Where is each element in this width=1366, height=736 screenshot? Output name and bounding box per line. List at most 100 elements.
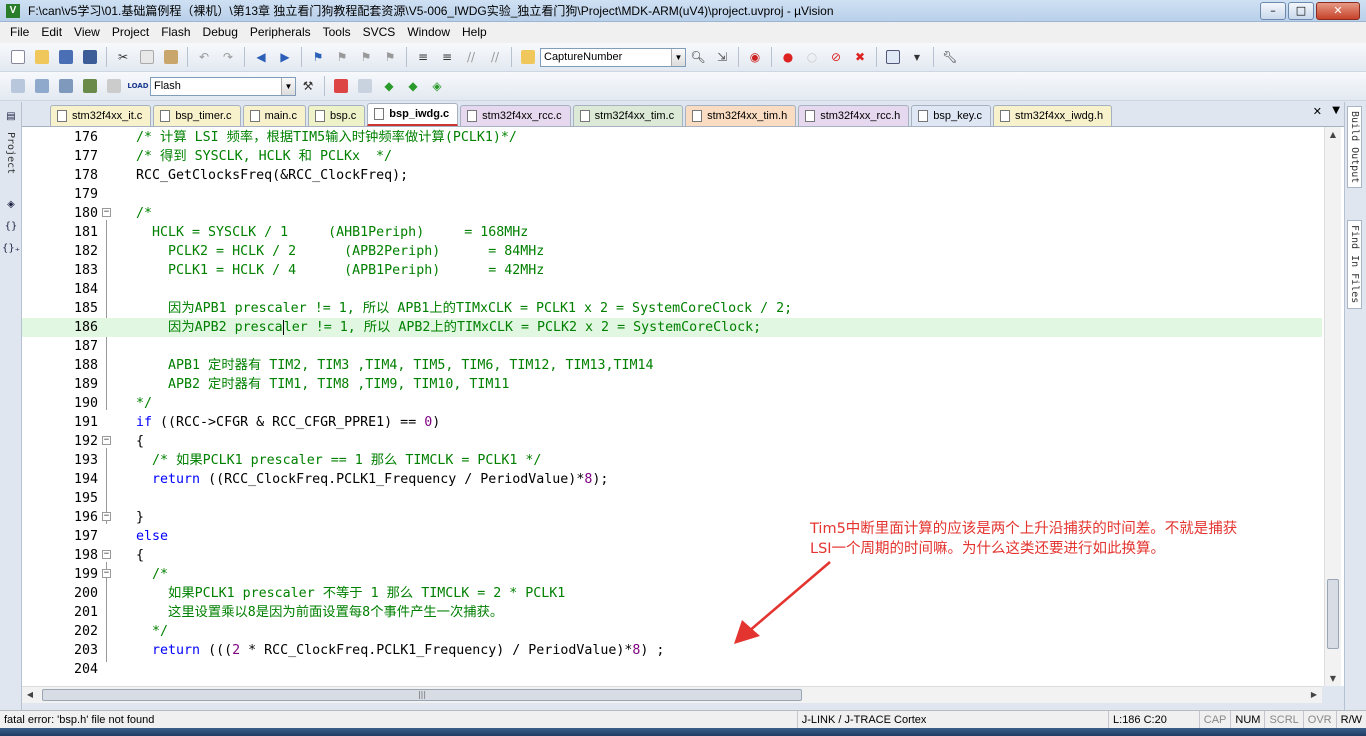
close-button[interactable]: ✕ [1316, 1, 1360, 20]
scroll-left-arrow-icon[interactable]: ◀ [22, 687, 38, 703]
next-bookmark-icon[interactable]: ⚑ [356, 47, 376, 67]
code-line[interactable]: 187 [22, 337, 1322, 356]
tab-stm32f4xx-it-c[interactable]: stm32f4xx_it.c [50, 105, 152, 126]
paste-icon[interactable] [161, 47, 181, 67]
tab-list-menu[interactable]: ▼ [1332, 105, 1340, 116]
load-icon[interactable]: LOAD [127, 76, 148, 96]
window-layout-icon[interactable] [883, 47, 903, 67]
code-line[interactable]: 194 return ((RCC_ClockFreq.PCLK1_Frequen… [22, 470, 1322, 489]
cut-icon[interactable]: ✂ [113, 47, 133, 67]
code-line[interactable]: 203 return (((2 * RCC_ClockFreq.PCLK1_Fr… [22, 641, 1322, 660]
tab-bsp-timer-c[interactable]: bsp_timer.c [153, 105, 241, 126]
vertical-scrollbar[interactable]: ▲ ▼ [1324, 127, 1341, 686]
runtime-environment-icon[interactable]: ◈ [427, 76, 447, 96]
code-line[interactable]: 188 APB1 定时器有 TIM2, TIM3 ,TIM4, TIM5, TI… [22, 356, 1322, 375]
scroll-right-arrow-icon[interactable]: ▶ [1306, 687, 1322, 703]
fold-toggle-icon[interactable]: − [102, 436, 111, 445]
project-tab[interactable]: Project [5, 132, 16, 174]
close-tab-button[interactable]: ✕ [1313, 105, 1322, 118]
tab-stm32f4xx-tim-c[interactable]: stm32f4xx_tim.c [572, 105, 684, 126]
copy-icon[interactable] [137, 47, 157, 67]
templates-tab[interactable]: {}₊ [2, 240, 20, 258]
tab-stm32f4xx-rcc-h[interactable]: stm32f4xx_rcc.h [798, 105, 910, 126]
chevron-down-icon[interactable]: ▼ [907, 47, 927, 67]
disable-all-breakpoints-icon[interactable]: ⊘ [826, 47, 846, 67]
vertical-scroll-thumb[interactable] [1327, 579, 1339, 649]
comment-icon[interactable]: // [461, 47, 481, 67]
target-combo[interactable]: Flash ▼ [150, 76, 296, 96]
tab-main-c[interactable]: main.c [242, 105, 306, 126]
minimize-button[interactable]: – [1260, 1, 1286, 20]
indent-icon[interactable]: ≡ [413, 47, 433, 67]
file-extensions-icon[interactable] [355, 76, 375, 96]
navigate-back-icon[interactable]: ◀ [251, 47, 271, 67]
navigate-forward-icon[interactable]: ▶ [275, 47, 295, 67]
redo-icon[interactable]: ↷ [218, 47, 238, 67]
menu-peripherals[interactable]: Peripherals [244, 22, 317, 43]
debug-session-icon[interactable]: ◉ [745, 47, 765, 67]
code-line[interactable]: 177 /* 得到 SYSCLK, HCLK 和 PCLKx */ [22, 147, 1322, 166]
translate-icon[interactable] [8, 76, 28, 96]
code-line[interactable]: 191 if ((RCC->CFGR & RCC_CFGR_PPRE1) == 0… [22, 413, 1322, 432]
incremental-find-icon[interactable]: ⇲ [712, 47, 732, 67]
menu-project[interactable]: Project [106, 22, 155, 43]
project-window-icon[interactable]: ▤ [2, 108, 20, 126]
select-packs-icon[interactable]: ◆ [379, 76, 399, 96]
build-icon[interactable] [32, 76, 52, 96]
code-line[interactable]: 184 [22, 280, 1322, 299]
code-line[interactable]: 189 APB2 定时器有 TIM1, TIM8 ,TIM9, TIM10, T… [22, 375, 1322, 394]
build-output-tab[interactable]: Build Output [1347, 106, 1362, 189]
open-folder-icon[interactable] [32, 47, 52, 67]
manage-components-icon[interactable] [331, 76, 351, 96]
tab-bsp-key-c[interactable]: bsp_key.c [911, 105, 992, 126]
code-line[interactable]: 193 /* 如果PCLK1 prescaler == 1 那么 TIMCLK … [22, 451, 1322, 470]
undo-icon[interactable]: ↶ [194, 47, 214, 67]
find-in-files-icon[interactable] [518, 47, 538, 67]
code-line[interactable]: 178 RCC_GetClocksFreq(&RCC_ClockFreq); [22, 166, 1322, 185]
tab-stm32f4xx-rcc-c[interactable]: stm32f4xx_rcc.c [460, 105, 571, 126]
menu-view[interactable]: View [68, 22, 106, 43]
menu-tools[interactable]: Tools [317, 22, 357, 43]
code-line[interactable]: 190 */ [22, 394, 1322, 413]
fold-toggle-icon[interactable]: − [102, 569, 111, 578]
scroll-down-arrow-icon[interactable]: ▼ [1325, 671, 1341, 686]
code-line[interactable]: 192− { [22, 432, 1322, 451]
kill-all-breakpoints-icon[interactable]: ✖ [850, 47, 870, 67]
maximize-button[interactable]: □ [1288, 1, 1314, 20]
insert-breakpoint-icon[interactable]: ● [778, 47, 798, 67]
fold-toggle-icon[interactable]: − [102, 208, 111, 217]
fold-toggle-icon[interactable]: − [102, 512, 111, 521]
tab-bsp-iwdg-c[interactable]: bsp_iwdg.c [367, 103, 459, 126]
stop-build-icon[interactable] [104, 76, 124, 96]
find-in-files-tab[interactable]: Find In Files [1347, 220, 1362, 309]
find-combo[interactable]: CaptureNumber ▼ [540, 47, 686, 67]
code-line[interactable]: 180− /* [22, 204, 1322, 223]
code-line[interactable]: 204 [22, 660, 1322, 679]
disable-breakpoint-icon[interactable]: ○ [802, 47, 822, 67]
pack-installer-icon[interactable]: ◆ [403, 76, 423, 96]
chevron-down-icon[interactable]: ▼ [281, 77, 295, 95]
horizontal-scroll-thumb[interactable]: ||| [42, 689, 802, 701]
menu-flash[interactable]: Flash [155, 22, 196, 43]
rebuild-icon[interactable] [56, 76, 76, 96]
save-all-icon[interactable] [80, 47, 100, 67]
fold-toggle-icon[interactable]: − [102, 550, 111, 559]
bookmark-icon[interactable]: ⚑ [308, 47, 328, 67]
scroll-up-arrow-icon[interactable]: ▲ [1325, 127, 1341, 143]
code-line[interactable]: 179 [22, 185, 1322, 204]
code-line[interactable]: 183 PCLK1 = HCLK / 4 (APB1Periph) = 42MH… [22, 261, 1322, 280]
code-line[interactable]: 182 PCLK2 = HCLK / 2 (APB2Periph) = 84MH… [22, 242, 1322, 261]
menu-window[interactable]: Window [401, 22, 456, 43]
chevron-down-icon[interactable]: ▼ [671, 48, 685, 66]
functions-tab[interactable]: {} [2, 218, 20, 236]
menu-file[interactable]: File [4, 22, 35, 43]
batch-build-icon[interactable] [80, 76, 100, 96]
code-line[interactable]: 200 如果PCLK1 prescaler 不等于 1 那么 TIMCLK = … [22, 584, 1322, 603]
tab-stm32f4xx-iwdg-h[interactable]: stm32f4xx_iwdg.h [993, 105, 1113, 126]
unindent-icon[interactable]: ≡ [437, 47, 457, 67]
menu-help[interactable]: Help [456, 22, 493, 43]
tab-bsp-c[interactable]: bsp.c [307, 105, 366, 126]
horizontal-scrollbar[interactable]: ◀ ||| ▶ [22, 686, 1322, 703]
code-line[interactable]: 185 因为APB1 prescaler != 1, 所以 APB1上的TIMx… [22, 299, 1322, 318]
books-icon[interactable]: ◈ [2, 196, 20, 214]
